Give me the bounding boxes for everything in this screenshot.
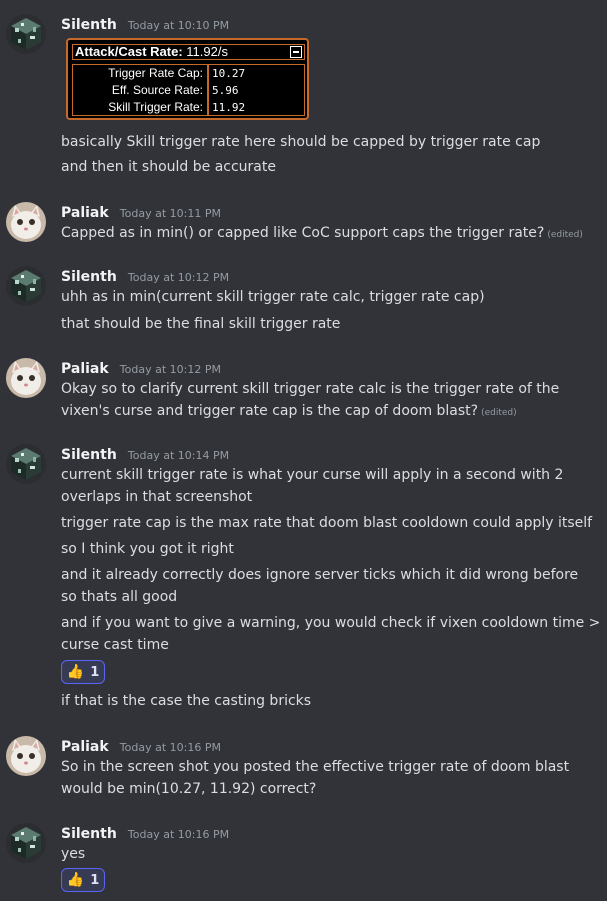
stat-label: Trigger Rate Cap:: [108, 66, 203, 80]
avatar[interactable]: [6, 823, 46, 863]
embed-title: Attack/Cast Rate: 11.92/s: [72, 44, 305, 60]
stat-label: Eff. Source Rate:: [111, 83, 203, 97]
reaction-count: 1: [90, 872, 100, 888]
message-text: overlaps in that screenshot: [61, 489, 253, 505]
username[interactable]: Silenth: [61, 269, 117, 285]
message-text: yes: [61, 846, 86, 862]
message-text: Okay so to clarify current skill trigger…: [61, 381, 560, 397]
thumbs-up-icon: 👍: [66, 664, 85, 680]
timestamp: Today at 10:16 PM: [119, 741, 221, 754]
edited-tag: (edited): [481, 408, 517, 418]
username[interactable]: Paliak: [61, 205, 109, 221]
message-text: so thats all good: [61, 589, 178, 605]
timestamp: Today at 10:12 PM: [119, 363, 221, 376]
message-text: and then it should be accurate: [61, 159, 276, 175]
message-text: curse cast time: [61, 637, 169, 653]
embed-stats-table: Trigger Rate Cap: 10.27 Eff. Source Rate…: [72, 64, 305, 116]
message-text: and it already correctly does ignore ser…: [61, 567, 579, 583]
username[interactable]: Silenth: [61, 826, 117, 842]
timestamp: Today at 10:11 PM: [119, 207, 221, 220]
username[interactable]: Silenth: [61, 17, 117, 33]
username[interactable]: Paliak: [61, 739, 109, 755]
avatar[interactable]: [6, 14, 46, 54]
embedded-screenshot[interactable]: Attack/Cast Rate: 11.92/s Trigger Rate C…: [66, 38, 309, 120]
username[interactable]: Paliak: [61, 361, 109, 377]
avatar[interactable]: [6, 444, 46, 484]
thumbs-up-icon: 👍: [66, 872, 85, 888]
message-text: trigger rate cap is the max rate that do…: [61, 515, 593, 531]
message-text: Capped as in min() or capped like CoC su…: [61, 225, 583, 241]
stat-value: 11.92: [212, 101, 246, 114]
avatar[interactable]: [6, 358, 46, 398]
message-text: current skill trigger rate is what your …: [61, 467, 564, 483]
stat-value: 10.27: [212, 67, 246, 80]
stat-value: 5.96: [212, 84, 239, 97]
message-text: basically Skill trigger rate here should…: [61, 134, 541, 150]
message-text: that should be the final skill trigger r…: [61, 316, 341, 332]
stat-label: Skill Trigger Rate:: [108, 100, 203, 114]
message-text: if that is the case the casting bricks: [61, 693, 312, 709]
avatar[interactable]: [6, 266, 46, 306]
timestamp: Today at 10:10 PM: [127, 19, 230, 32]
reaction-thumbs-up[interactable]: 👍 1: [61, 868, 105, 892]
message-text: would be min(10.27, 11.92) correct?: [61, 781, 317, 797]
timestamp: Today at 10:16 PM: [127, 828, 230, 841]
avatar[interactable]: [6, 202, 46, 242]
avatar[interactable]: [6, 736, 46, 776]
message-text: and if you want to give a warning, you w…: [61, 615, 601, 631]
reaction-count: 1: [90, 664, 100, 680]
message-text: uhh as in min(current skill trigger rate…: [61, 289, 485, 305]
timestamp: Today at 10:14 PM: [127, 449, 230, 462]
minus-icon: [290, 46, 302, 58]
reaction-thumbs-up[interactable]: 👍 1: [61, 660, 105, 684]
message-text: So in the screen shot you posted the eff…: [61, 759, 570, 775]
message-text: so I think you got it right: [61, 541, 234, 557]
edited-tag: (edited): [547, 230, 583, 240]
username[interactable]: Silenth: [61, 447, 117, 463]
timestamp: Today at 10:12 PM: [127, 271, 230, 284]
message-text: vixen's curse and trigger rate cap is th…: [61, 403, 517, 419]
